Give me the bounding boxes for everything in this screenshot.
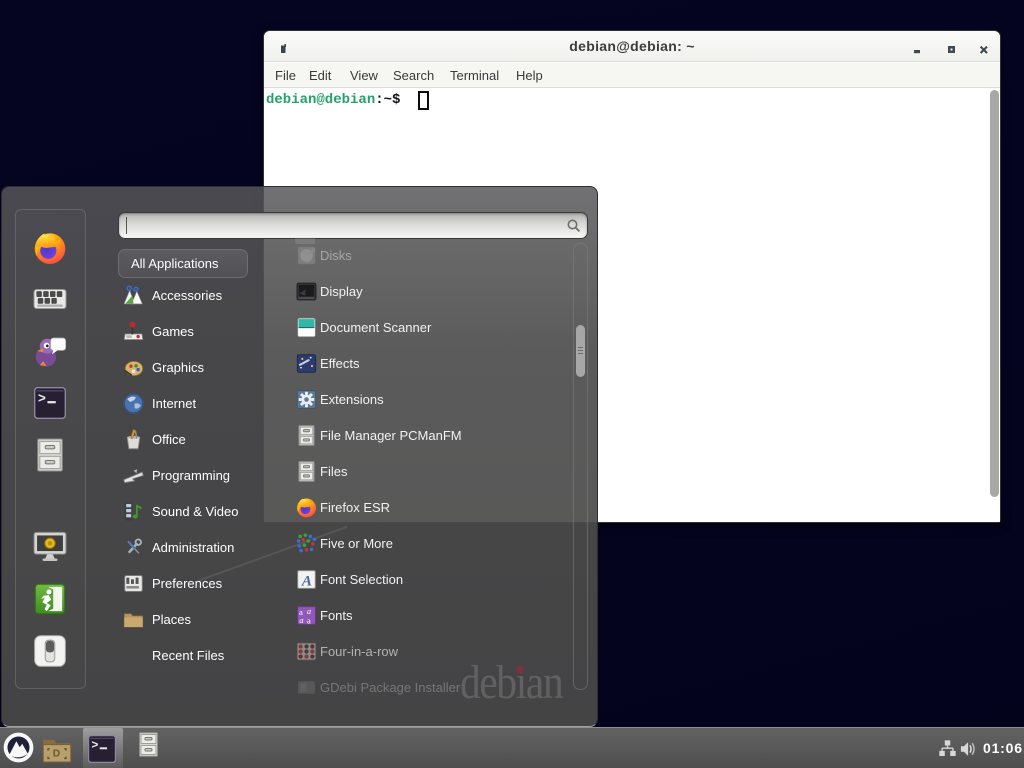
svg-text:A: A — [301, 573, 312, 589]
svg-text:a: a — [307, 615, 311, 625]
svg-text:>: > — [91, 738, 98, 752]
svg-text:a: a — [299, 616, 303, 625]
svg-text:>: > — [38, 392, 46, 407]
svg-text:D: D — [53, 749, 60, 760]
